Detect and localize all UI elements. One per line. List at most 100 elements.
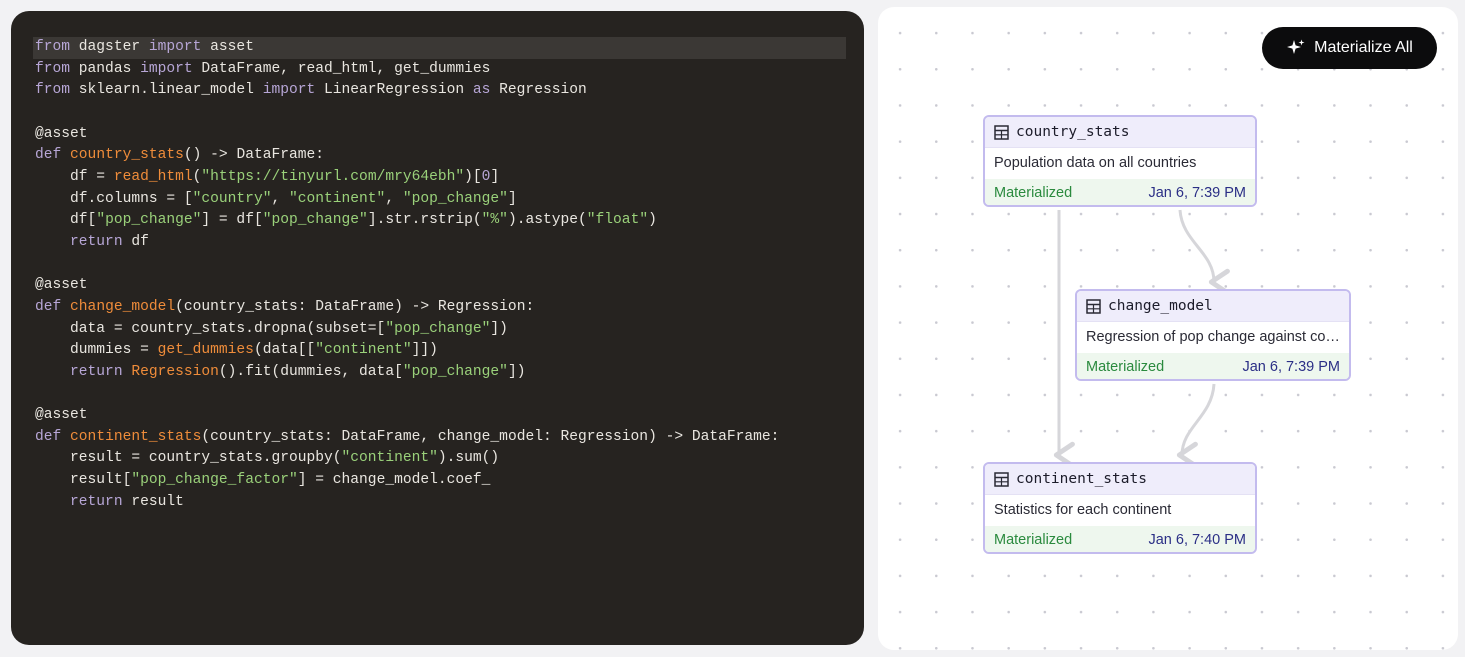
code-token: "float": [586, 212, 649, 229]
table-icon: [994, 124, 1009, 140]
code-token: "continent": [341, 450, 438, 467]
status-label: Materialized: [1086, 358, 1165, 375]
code-token: ] = df[: [201, 212, 263, 229]
code-token: df.columns = [: [35, 190, 193, 207]
code-token: result: [122, 493, 184, 510]
code-token: continent_stats: [70, 428, 202, 445]
code-line: from sklearn.linear_model import LinearR…: [33, 80, 846, 102]
code-token: () -> DataFrame:: [183, 147, 325, 164]
code-token: country_stats: [70, 147, 184, 164]
asset-node-country-stats[interactable]: country_stats Population data on all cou…: [983, 115, 1257, 207]
code-token: @asset: [35, 407, 88, 424]
code-token: def: [35, 298, 62, 315]
code-token: Regression: [131, 363, 219, 380]
code-token: from: [35, 82, 71, 99]
code-token: "pop_change": [385, 320, 491, 337]
code-token: df: [122, 233, 149, 250]
code-block: from dagster import asset from pandas imp…: [33, 37, 846, 513]
node-header: change_model: [1077, 291, 1349, 321]
code-token: as: [472, 82, 491, 99]
code-token: ]): [507, 363, 526, 380]
code-token: "continent": [315, 342, 412, 359]
code-token: asset: [201, 39, 254, 55]
code-token: dummies =: [35, 342, 158, 359]
code-token: "pop_change": [402, 190, 508, 207]
code-line: def change_model(country_stats: DataFram…: [33, 297, 846, 319]
code-line: @asset: [33, 275, 846, 297]
code-line: df = read_html("https://tinyurl.com/mry6…: [33, 167, 846, 189]
code-token: ] = change_model.coef_: [297, 472, 491, 489]
asset-graph-panel[interactable]: Materialize All country_stats Population…: [878, 7, 1458, 650]
code-line: @asset: [33, 405, 846, 427]
code-token: return: [70, 363, 123, 380]
code-token: def: [35, 147, 62, 164]
code-line: df["pop_change"] = df["pop_change"].str.…: [33, 210, 846, 232]
node-status-bar: Materialized Jan 6, 7:39 PM: [1077, 353, 1349, 379]
materialize-all-button[interactable]: Materialize All: [1262, 27, 1437, 69]
code-token: data = country_stats.dropna(subset=[: [35, 320, 386, 337]
code-token: ,: [385, 190, 403, 207]
code-token: pandas: [70, 60, 141, 77]
status-label: Materialized: [994, 184, 1073, 201]
asset-node-change-model[interactable]: change_model Regression of pop change ag…: [1075, 289, 1351, 381]
status-timestamp: Jan 6, 7:39 PM: [1242, 358, 1340, 375]
code-token: ().fit(dummies, data[: [218, 363, 403, 380]
code-token: )[: [464, 168, 482, 185]
node-description: Statistics for each continent: [985, 494, 1255, 526]
status-timestamp: Jan 6, 7:40 PM: [1148, 531, 1246, 548]
code-token: "pop_change": [262, 212, 368, 229]
code-line: result = country_stats.groupby("continen…: [33, 448, 846, 470]
code-line: df.columns = ["country", "continent", "p…: [33, 189, 846, 211]
code-token: result[: [35, 472, 132, 489]
code-line: from dagster import asset: [33, 37, 846, 59]
code-token: "country": [192, 190, 272, 207]
code-token: ]]): [411, 342, 438, 359]
code-token: (data[[: [253, 342, 316, 359]
code-token: return: [70, 493, 123, 510]
table-icon: [1086, 298, 1101, 314]
code-token: DataFrame, read_html, get_dummies: [192, 60, 491, 77]
code-token: get_dummies: [157, 342, 254, 359]
asset-node-continent-stats[interactable]: continent_stats Statistics for each cont…: [983, 462, 1257, 554]
code-token: "pop_change": [402, 363, 508, 380]
sparkle-icon: [1287, 39, 1305, 54]
code-token: from: [35, 60, 71, 77]
node-header: continent_stats: [985, 464, 1255, 494]
node-description: Regression of pop change against contine…: [1077, 321, 1349, 353]
code-token: ]: [507, 190, 517, 207]
node-title: continent_stats: [1016, 471, 1147, 487]
code-line: dummies = get_dummies(data[["continent"]…: [33, 340, 846, 362]
code-line: return result: [33, 492, 846, 514]
code-token: import: [148, 39, 202, 55]
code-token: @asset: [35, 277, 88, 294]
code-token: ): [648, 212, 657, 229]
code-line: from pandas import DataFrame, read_html,…: [33, 59, 846, 81]
code-token: ).sum(): [437, 450, 500, 467]
code-token: ]): [490, 320, 508, 337]
node-title: change_model: [1108, 298, 1213, 314]
node-status-bar: Materialized Jan 6, 7:40 PM: [985, 526, 1255, 552]
code-token: ]: [490, 168, 500, 185]
code-token: import: [262, 82, 316, 99]
status-timestamp: Jan 6, 7:39 PM: [1148, 184, 1246, 201]
code-line: def continent_stats(country_stats: DataF…: [33, 427, 846, 449]
edge-change-model-to-continent: [1176, 383, 1216, 469]
code-token: @asset: [35, 125, 88, 142]
code-token: result = country_stats.groupby(: [35, 450, 342, 467]
code-token: df[: [35, 212, 97, 229]
code-token: "%": [481, 212, 508, 229]
code-token: change_model: [70, 298, 176, 315]
code-token: ).astype(: [507, 212, 587, 229]
code-token: "https://tinyurl.com/mry64ebh": [201, 168, 465, 185]
code-token: from: [35, 39, 71, 55]
code-token: read_html: [113, 168, 193, 185]
code-token: Regression: [490, 82, 587, 99]
